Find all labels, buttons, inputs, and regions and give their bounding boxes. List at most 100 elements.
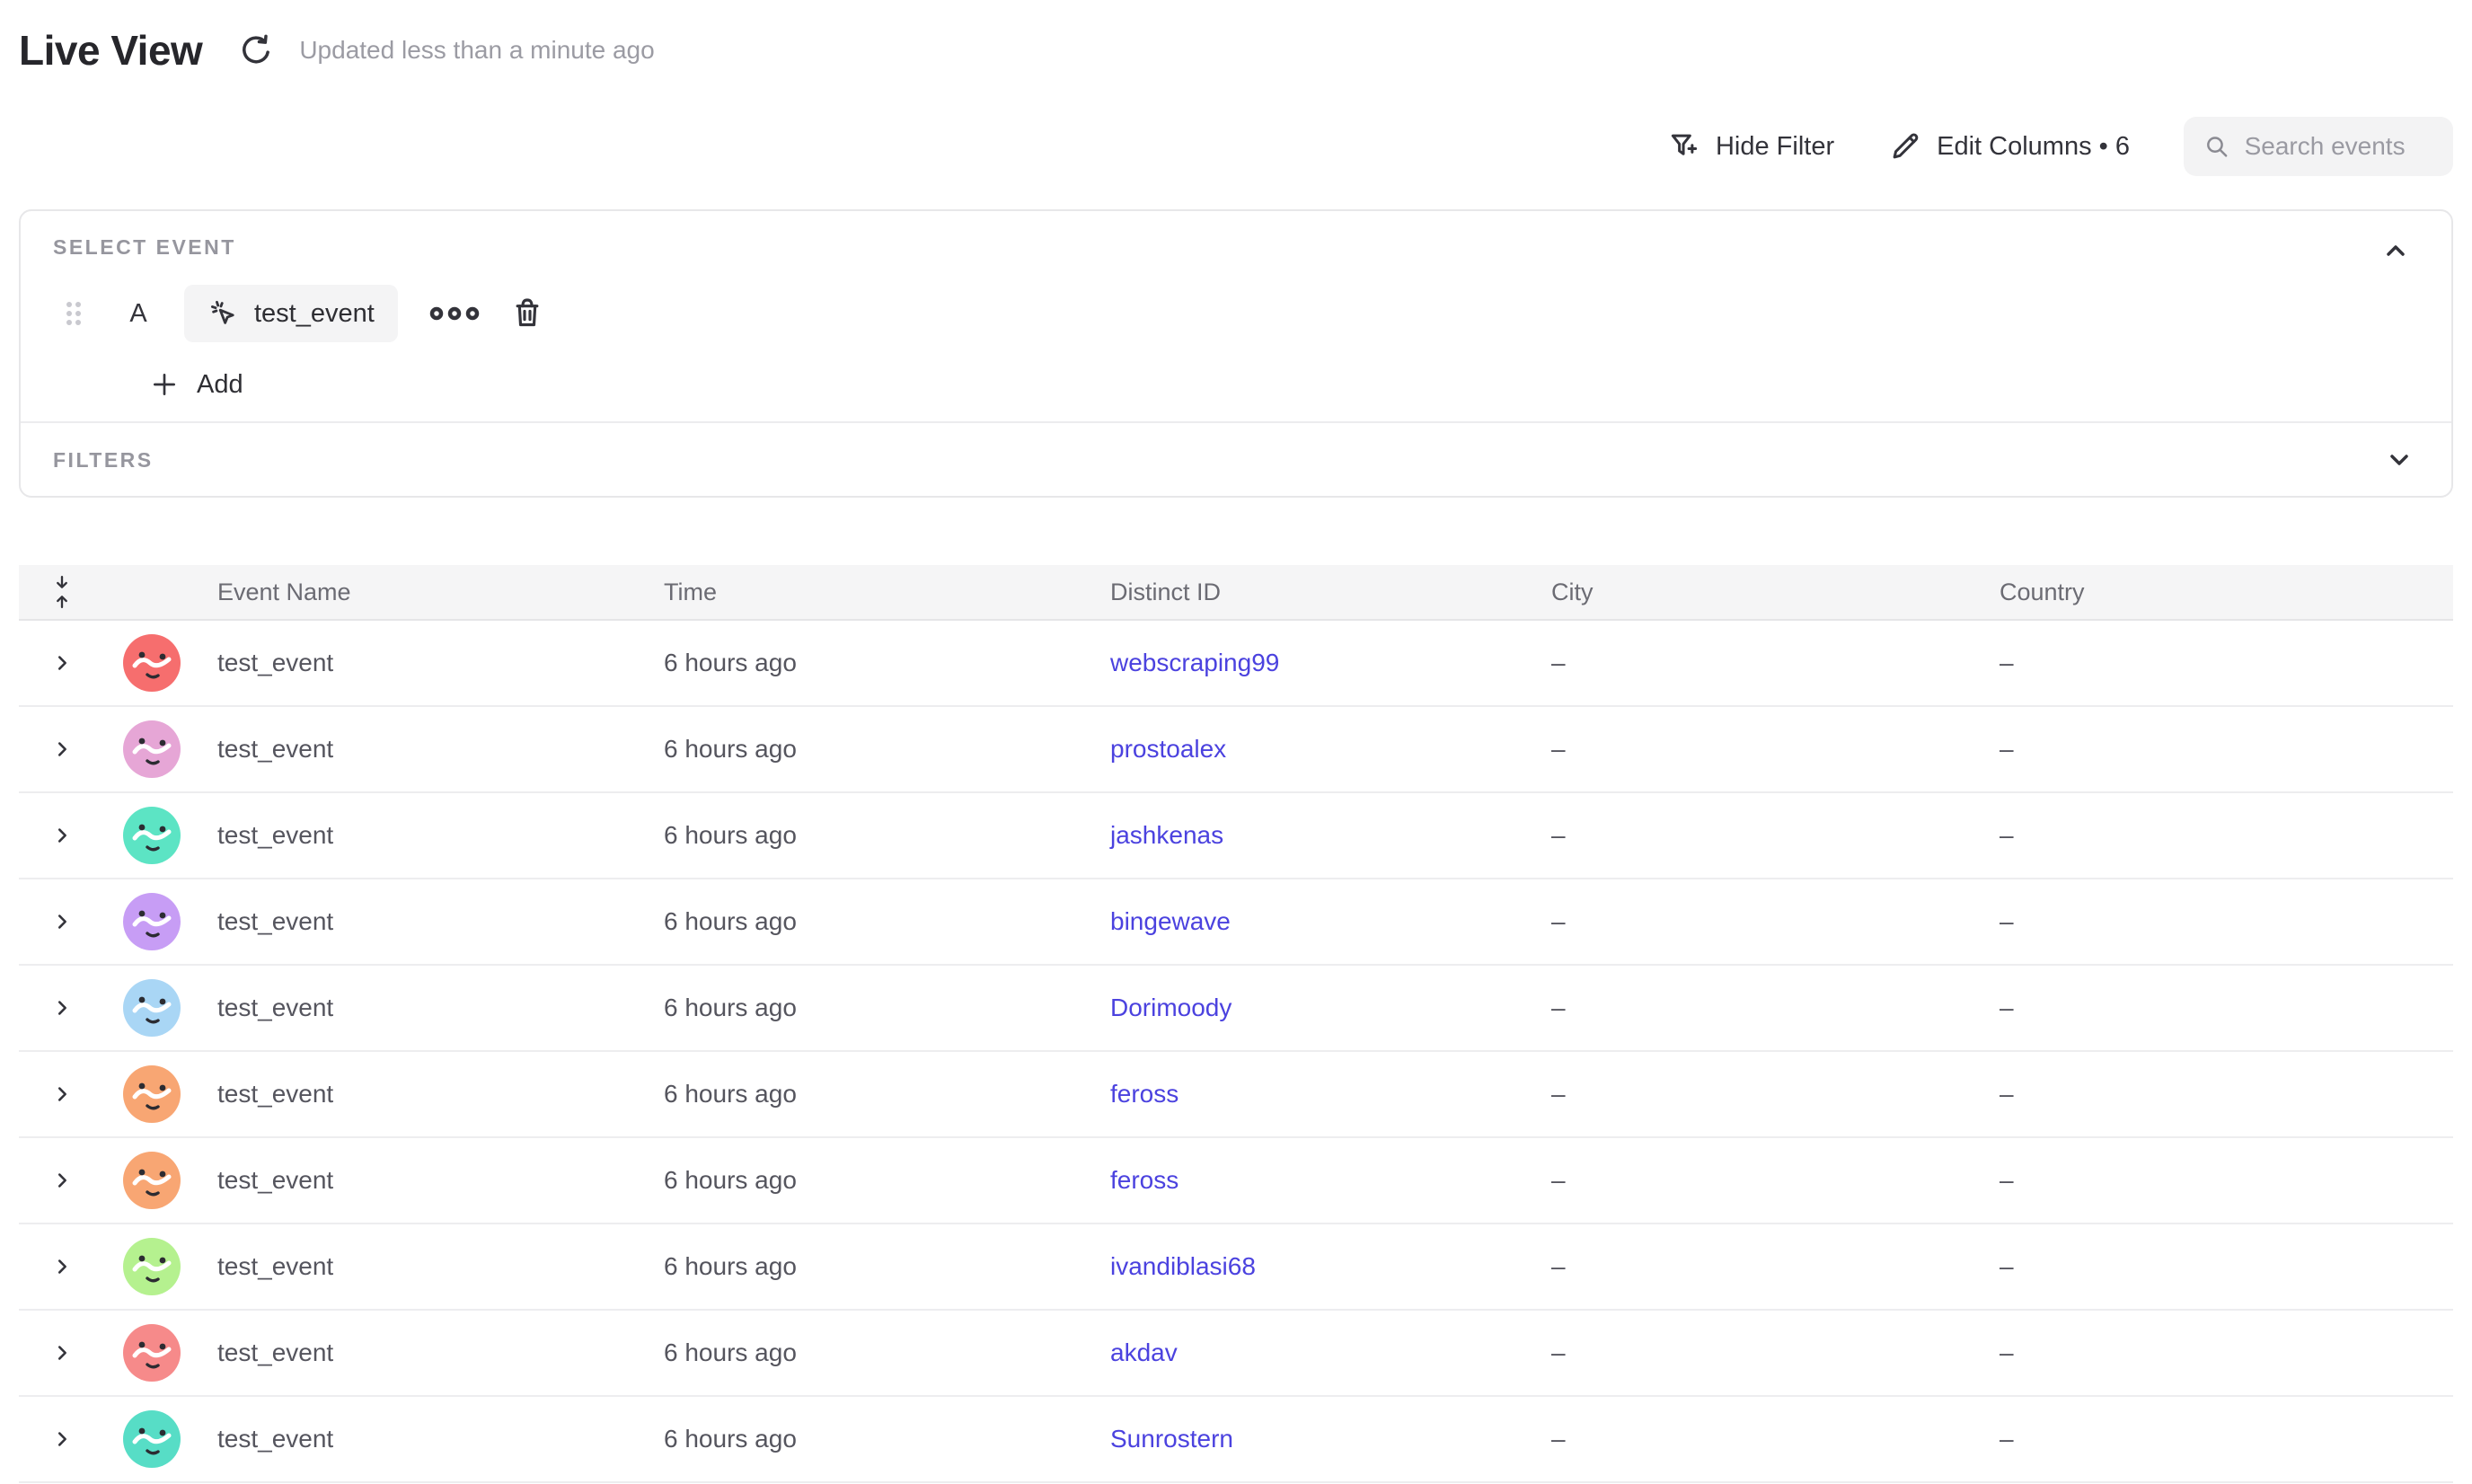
event-name-cell: test_event [199,994,646,1022]
country-cell: – [1982,735,2453,764]
plus-icon [150,370,179,399]
pencil-icon [1888,129,1922,163]
city-cell: – [1533,1166,1982,1195]
chevron-right-icon [52,1257,72,1276]
add-event-button[interactable]: Add [150,367,243,402]
expand-row-button[interactable] [44,1249,80,1285]
city-cell: – [1533,907,1982,936]
distinct-id-link[interactable]: prostoalex [1110,735,1226,763]
event-selector-chip[interactable]: test_event [184,285,398,342]
chevron-right-icon [52,1084,72,1104]
distinct-id-link[interactable]: akdav [1110,1338,1178,1366]
event-name-cell: test_event [199,649,646,677]
time-cell: 6 hours ago [646,1166,1092,1195]
expand-row-button[interactable] [44,1162,80,1198]
event-name-cell: test_event [199,1425,646,1453]
expand-row-button[interactable] [44,645,80,681]
expand-row-button[interactable] [44,904,80,940]
country-cell: – [1982,994,2453,1022]
collapse-all-rows-button[interactable] [44,574,80,610]
city-cell: – [1533,649,1982,677]
add-label: Add [197,370,243,400]
filters-section[interactable]: FILTERS [21,423,2451,496]
event-name-cell: test_event [199,1252,646,1281]
hide-filter-button[interactable]: Hide Filter [1667,129,1834,163]
collapse-vertical-icon [50,574,74,610]
filter-plus-icon [1667,129,1701,163]
distinct-id-link[interactable]: feross [1110,1166,1179,1194]
page-title: Live View [19,26,202,75]
event-more-options-button[interactable] [427,294,482,333]
user-avatar [123,720,181,778]
chevron-right-icon [52,653,72,673]
expand-row-button[interactable] [44,1076,80,1112]
chevron-right-icon [52,912,72,932]
distinct-id-link[interactable]: webscraping99 [1110,649,1279,676]
column-header-time[interactable]: Time [646,579,1092,606]
event-name-cell: test_event [199,1338,646,1367]
user-avatar [123,1065,181,1123]
table-row: test_event 6 hours ago bingewave – – [19,879,2453,966]
chevron-right-icon [52,1429,72,1449]
time-cell: 6 hours ago [646,1425,1092,1453]
events-table: Event Name Time Distinct ID City Country [19,565,2453,1483]
country-cell: – [1982,821,2453,850]
event-name-cell: test_event [199,821,646,850]
user-avatar [123,634,181,692]
time-cell: 6 hours ago [646,994,1092,1022]
collapse-select-event-button[interactable] [2378,233,2414,269]
distinct-id-link[interactable]: Dorimoody [1110,994,1232,1021]
distinct-id-link[interactable]: bingewave [1110,907,1231,935]
expand-row-button[interactable] [44,990,80,1026]
country-cell: – [1982,1252,2453,1281]
column-header-country[interactable]: Country [1982,579,2453,606]
city-cell: – [1533,1252,1982,1281]
column-header-city[interactable]: City [1533,579,1982,606]
distinct-id-link[interactable]: jashkenas [1110,821,1223,849]
user-avatar [123,1152,181,1209]
delete-event-button[interactable] [506,292,549,335]
column-header-event-name[interactable]: Event Name [199,579,646,606]
page-header: Live View Updated less than a minute ago [19,22,2453,79]
expand-row-button[interactable] [44,1421,80,1457]
user-avatar [123,893,181,950]
event-name-cell: test_event [199,907,646,936]
city-cell: – [1533,1425,1982,1453]
chevron-up-icon [2381,236,2410,265]
table-header-row: Event Name Time Distinct ID City Country [19,565,2453,621]
distinct-id-link[interactable]: Sunrostern [1110,1425,1233,1453]
hide-filter-label: Hide Filter [1716,132,1834,162]
column-header-distinct-id[interactable]: Distinct ID [1092,579,1533,606]
table-row: test_event 6 hours ago prostoalex – – [19,707,2453,793]
query-builder-panel: SELECT EVENT A [19,209,2453,498]
user-avatar [123,979,181,1037]
table-body: test_event 6 hours ago webscraping99 – –… [19,621,2453,1483]
distinct-id-link[interactable]: feross [1110,1080,1179,1108]
search-events-box[interactable] [2184,117,2453,176]
ellipsis-icon [427,303,482,324]
refresh-icon [238,32,274,68]
expand-row-button[interactable] [44,1335,80,1371]
select-event-section: SELECT EVENT A [21,211,2451,421]
refresh-button[interactable] [236,31,276,70]
table-row: test_event 6 hours ago feross – – [19,1138,2453,1224]
time-cell: 6 hours ago [646,1080,1092,1109]
table-row: test_event 6 hours ago webscraping99 – – [19,621,2453,707]
expand-row-button[interactable] [44,731,80,767]
distinct-id-link[interactable]: ivandiblasi68 [1110,1252,1256,1280]
expand-row-button[interactable] [44,817,80,853]
updated-status: Updated less than a minute ago [299,36,654,65]
edit-columns-button[interactable]: Edit Columns • 6 [1888,129,2130,163]
table-row: test_event 6 hours ago akdav – – [19,1311,2453,1397]
time-cell: 6 hours ago [646,649,1092,677]
table-row: test_event 6 hours ago feross – – [19,1052,2453,1138]
table-row: test_event 6 hours ago Dorimoody – – [19,966,2453,1052]
time-cell: 6 hours ago [646,1338,1092,1367]
city-cell: – [1533,821,1982,850]
drag-handle-icon[interactable] [62,294,85,333]
search-icon [2203,130,2230,163]
country-cell: – [1982,1425,2453,1453]
search-events-input[interactable] [2245,132,2433,161]
filters-label: FILTERS [53,447,154,473]
country-cell: – [1982,649,2453,677]
